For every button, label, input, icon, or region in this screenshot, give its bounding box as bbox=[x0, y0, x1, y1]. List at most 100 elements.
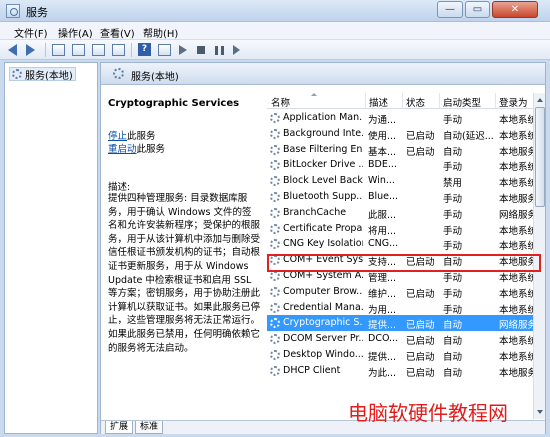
gear-icon bbox=[270, 286, 280, 297]
menu-action[interactable]: 操作(A) bbox=[58, 25, 93, 40]
pane-header: 服务(本地) bbox=[101, 63, 545, 85]
service-status: 已启动 bbox=[406, 130, 435, 142]
gear-icon bbox=[270, 302, 280, 313]
close-button[interactable]: ✕ bbox=[492, 1, 538, 18]
stop-service-button[interactable] bbox=[194, 43, 208, 57]
service-startup-type: 手动 bbox=[443, 273, 463, 284]
service-log-on-as: 本地系统 bbox=[499, 115, 533, 126]
service-startup-type: 自动 bbox=[443, 352, 463, 363]
restart-service-suffix: 此服务 bbox=[136, 144, 166, 155]
service-row[interactable]: Computer Brow... 维护... 已启动 手动 本地系统 bbox=[267, 284, 533, 300]
service-name: Application Man... bbox=[283, 112, 363, 123]
export-list-button[interactable] bbox=[112, 43, 126, 57]
service-log-on-as: 本地系统 bbox=[499, 352, 533, 363]
tab-standard[interactable]: 标准 bbox=[135, 421, 164, 434]
show-hide-icon bbox=[158, 44, 171, 56]
tree-item-local-services[interactable]: 服务(本地) bbox=[9, 67, 76, 82]
service-row[interactable]: Application Man... 为通... 手动 本地系统 bbox=[267, 110, 533, 126]
service-row[interactable]: Base Filtering En... 基本... 已启动 自动 本地服务 bbox=[267, 142, 533, 158]
service-name: CNG Key Isolation bbox=[283, 238, 363, 250]
pane-header-title: 服务(本地) bbox=[131, 72, 179, 83]
gear-icon bbox=[113, 68, 124, 79]
service-name: BranchCache bbox=[283, 206, 347, 218]
service-row[interactable]: Credential Mana... 为用... 手动 本地系统 bbox=[267, 300, 533, 316]
service-name-heading: Cryptographic Services bbox=[108, 98, 240, 109]
menu-help[interactable]: 帮助(H) bbox=[143, 25, 178, 40]
column-divider[interactable] bbox=[365, 93, 366, 109]
gear-icon bbox=[270, 207, 280, 218]
service-name: Background Inte... bbox=[283, 127, 363, 139]
scroll-down-icon[interactable] bbox=[535, 407, 545, 417]
maximize-button[interactable]: ▭ bbox=[465, 1, 490, 18]
service-row[interactable]: Bluetooth Supp... Blue... 手动 本地服务 bbox=[267, 189, 533, 205]
refresh-button[interactable] bbox=[92, 43, 106, 57]
service-row[interactable]: BranchCache 此服... 手动 网络服务 bbox=[267, 205, 533, 221]
scrollbar-thumb[interactable] bbox=[535, 107, 545, 207]
properties-button[interactable] bbox=[72, 43, 86, 57]
tab-extended[interactable]: 扩展 bbox=[105, 421, 134, 434]
column-divider[interactable] bbox=[402, 93, 403, 109]
gear-icon bbox=[270, 160, 280, 171]
column-divider[interactable] bbox=[495, 93, 496, 109]
service-row[interactable]: Desktop Windo... 提供... 已启动 自动 本地系统 bbox=[267, 347, 533, 363]
menu-file[interactable]: 文件(F) bbox=[14, 25, 48, 40]
back-button[interactable] bbox=[8, 43, 22, 57]
service-status: 已启动 bbox=[406, 367, 435, 379]
restart-service-link[interactable]: 重启动 bbox=[108, 144, 137, 155]
service-log-on-as: 本地系统 bbox=[499, 288, 533, 300]
services-list: 名称 描述 状态 启动类型 登录为 Application Man... 为通..… bbox=[267, 86, 545, 420]
service-startup-type: 手动 bbox=[443, 225, 463, 237]
start-service-button[interactable] bbox=[176, 43, 190, 57]
service-row[interactable]: BitLocker Drive ... BDE... 手动 本地系统 bbox=[267, 157, 533, 173]
service-startup-type: 手动 bbox=[443, 194, 463, 205]
service-row[interactable]: Cryptographic S... 提供... 已启动 自动 网络服务 bbox=[267, 315, 533, 332]
column-header-status[interactable]: 状态 bbox=[406, 95, 425, 109]
restart-service-button[interactable] bbox=[230, 43, 244, 57]
service-name: DCOM Server Pr... bbox=[283, 333, 363, 345]
watermark-text: 电脑软硬件教程网 bbox=[348, 401, 508, 425]
description-text: 提供四种管理服务: 目录数据库服务，用于确认 Windows 文件的签名和允许安… bbox=[108, 193, 261, 354]
gear-icon bbox=[270, 176, 280, 187]
help-button[interactable]: ? bbox=[138, 43, 152, 57]
column-header-log-on-as[interactable]: 登录为 bbox=[499, 95, 528, 109]
description-label: 描述: bbox=[108, 182, 131, 193]
service-row[interactable]: DCOM Server Pr... DCO... 已启动 自动 本地系统 bbox=[267, 331, 533, 347]
pause-icon bbox=[215, 46, 224, 55]
forward-button[interactable] bbox=[26, 43, 40, 57]
service-startup-type: 自动 bbox=[443, 367, 463, 379]
gear-icon bbox=[270, 239, 280, 250]
service-description: 基本... bbox=[368, 146, 397, 158]
service-description: 维护... bbox=[368, 288, 397, 300]
service-status: 已启动 bbox=[406, 288, 435, 300]
service-row[interactable]: Block Level Back... Win... 禁用 本地系统 bbox=[267, 173, 533, 189]
column-divider[interactable] bbox=[439, 93, 440, 109]
export-list-icon bbox=[112, 44, 125, 56]
service-row[interactable]: Certificate Propa... 将用... 手动 本地系统 bbox=[267, 221, 533, 237]
service-log-on-as: 本地系统 bbox=[499, 130, 533, 142]
gear-icon bbox=[270, 128, 280, 139]
service-row[interactable]: CNG Key Isolation CNG... 手动 本地系统 bbox=[267, 236, 533, 252]
service-description: 为此... bbox=[368, 367, 397, 379]
services-app-icon bbox=[6, 4, 20, 18]
menu-view[interactable]: 查看(V) bbox=[100, 25, 135, 40]
service-description: DCO... bbox=[368, 333, 399, 345]
service-log-on-as: 网络服务 bbox=[499, 209, 533, 221]
gear-icon bbox=[270, 144, 280, 155]
column-header-description[interactable]: 描述 bbox=[369, 95, 388, 109]
service-log-on-as: 本地服务 bbox=[499, 194, 533, 205]
minimize-button[interactable]: — bbox=[437, 1, 463, 18]
pause-service-button[interactable] bbox=[212, 43, 226, 57]
service-description: 为用... bbox=[368, 304, 397, 316]
scroll-up-icon[interactable] bbox=[535, 95, 545, 105]
service-row[interactable]: Background Inte... 使用... 已启动 自动(延迟... 本地系统 bbox=[267, 126, 533, 142]
column-header-name[interactable]: 名称 bbox=[271, 95, 290, 109]
gear-icon bbox=[270, 192, 280, 202]
column-header-startup-type[interactable]: 启动类型 bbox=[443, 95, 481, 109]
stop-icon bbox=[197, 46, 205, 54]
service-startup-type: 手动 bbox=[443, 209, 463, 221]
service-startup-type: 手动 bbox=[443, 241, 463, 253]
show-hide-button[interactable] bbox=[158, 43, 172, 57]
console-tree-button[interactable] bbox=[52, 43, 66, 57]
service-row[interactable]: DHCP Client 为此... 已启动 自动 本地服务 bbox=[267, 363, 533, 379]
service-log-on-as: 本地系统 bbox=[499, 162, 533, 174]
